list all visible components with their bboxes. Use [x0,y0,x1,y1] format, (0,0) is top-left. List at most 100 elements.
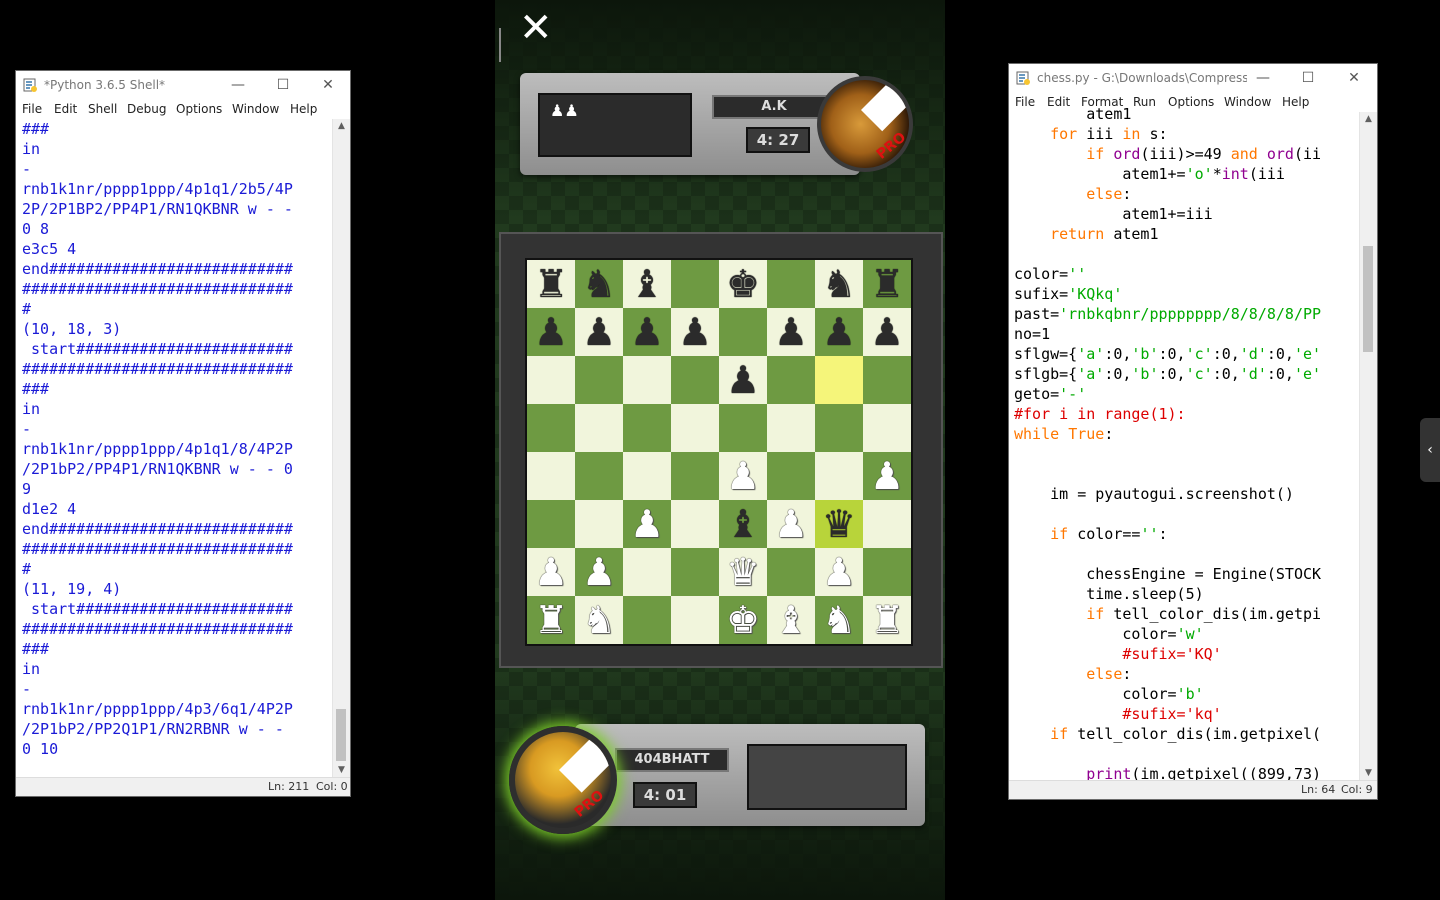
square-h3[interactable] [863,500,911,548]
close-game-icon[interactable]: ✕ [519,8,553,48]
maximize-button[interactable]: ☐ [269,74,297,96]
square-d8[interactable] [671,260,719,308]
square-g2[interactable]: ♟ [815,548,863,596]
black-pawn-icon[interactable]: ♟ [678,310,712,354]
menu-help[interactable]: Help [290,102,317,116]
square-b1[interactable]: ♞ [575,596,623,644]
square-d3[interactable] [671,500,719,548]
editor-titlebar[interactable]: chess.py - G:\Downloads\Compress... — ☐ … [1009,64,1377,92]
maximize-button[interactable]: ☐ [1294,67,1322,89]
square-c5[interactable] [623,404,671,452]
black-bishop-icon[interactable]: ♝ [726,502,760,546]
menu-edit[interactable]: Edit [54,102,77,116]
square-h6[interactable] [863,356,911,404]
black-rook-icon[interactable]: ♜ [870,262,904,306]
black-pawn-icon[interactable]: ♟ [726,358,760,402]
square-b5[interactable] [575,404,623,452]
square-f2[interactable] [767,548,815,596]
square-b7[interactable]: ♟ [575,308,623,356]
square-a8[interactable]: ♜ [527,260,575,308]
square-h2[interactable] [863,548,911,596]
square-f7[interactable]: ♟ [767,308,815,356]
white-pawn-icon[interactable]: ♟ [726,454,760,498]
square-e2[interactable]: ♛ [719,548,767,596]
black-pawn-icon[interactable]: ♟ [870,310,904,354]
square-f6[interactable] [767,356,815,404]
close-button[interactable]: ✕ [314,74,342,96]
square-h8[interactable]: ♜ [863,260,911,308]
square-d2[interactable] [671,548,719,596]
square-b6[interactable] [575,356,623,404]
square-h7[interactable]: ♟ [863,308,911,356]
white-knight-icon[interactable]: ♞ [582,598,616,642]
square-a1[interactable]: ♜ [527,596,575,644]
minimize-button[interactable]: — [1249,67,1277,89]
square-g8[interactable]: ♞ [815,260,863,308]
black-bishop-icon[interactable]: ♝ [630,262,664,306]
square-a4[interactable] [527,452,575,500]
scroll-down-arrow-icon[interactable]: ▼ [1360,768,1377,778]
menu-shell[interactable]: Shell [88,102,117,116]
white-bishop-icon[interactable]: ♝ [774,598,808,642]
square-h4[interactable]: ♟ [863,452,911,500]
white-pawn-icon[interactable]: ♟ [534,550,568,594]
black-pawn-icon[interactable]: ♟ [534,310,568,354]
black-pawn-icon[interactable]: ♟ [582,310,616,354]
square-a5[interactable] [527,404,575,452]
square-f5[interactable] [767,404,815,452]
square-f8[interactable] [767,260,815,308]
square-d4[interactable] [671,452,719,500]
black-queen-icon[interactable]: ♛ [822,502,856,546]
scroll-up-arrow-icon[interactable]: ▲ [333,121,350,131]
black-pawn-icon[interactable]: ♟ [822,310,856,354]
white-pawn-icon[interactable]: ♟ [774,502,808,546]
square-c7[interactable]: ♟ [623,308,671,356]
white-pawn-icon[interactable]: ♟ [630,502,664,546]
menu-debug[interactable]: Debug [127,102,166,116]
menu-file[interactable]: File [22,102,42,116]
square-e8[interactable]: ♚ [719,260,767,308]
square-e1[interactable]: ♚ [719,596,767,644]
white-queen-icon[interactable]: ♛ [726,550,760,594]
square-d7[interactable]: ♟ [671,308,719,356]
square-g3[interactable]: ♛ [815,500,863,548]
black-rook-icon[interactable]: ♜ [534,262,568,306]
black-king-icon[interactable]: ♚ [726,262,760,306]
scroll-thumb[interactable] [1363,246,1373,352]
black-knight-icon[interactable]: ♞ [582,262,616,306]
square-b3[interactable] [575,500,623,548]
editor-code[interactable]: atem1 for iii in s: if ord(iii)>=49 and … [1014,104,1355,782]
menu-options[interactable]: Options [176,102,222,116]
square-g7[interactable]: ♟ [815,308,863,356]
scroll-down-arrow-icon[interactable]: ▼ [333,765,350,775]
square-a3[interactable] [527,500,575,548]
square-b4[interactable] [575,452,623,500]
white-rook-icon[interactable]: ♜ [870,598,904,642]
square-d6[interactable] [671,356,719,404]
shell-output[interactable]: ### in - rnb1k1nr/pppp1ppp/4p1q1/2b5/4P 2P/2… [22,119,330,779]
square-e3[interactable]: ♝ [719,500,767,548]
square-a7[interactable]: ♟ [527,308,575,356]
menu-window[interactable]: Window [232,102,279,116]
square-c1[interactable] [623,596,671,644]
black-pawn-icon[interactable]: ♟ [774,310,808,354]
black-knight-icon[interactable]: ♞ [822,262,856,306]
white-knight-icon[interactable]: ♞ [822,598,856,642]
square-c3[interactable]: ♟ [623,500,671,548]
shell-scrollbar[interactable]: ▲ ▼ [332,119,350,779]
square-g4[interactable] [815,452,863,500]
scroll-thumb[interactable] [336,709,346,761]
square-c6[interactable] [623,356,671,404]
editor-scrollbar[interactable]: ▲ ▼ [1359,112,1377,782]
square-h5[interactable] [863,404,911,452]
square-e4[interactable]: ♟ [719,452,767,500]
chess-board[interactable]: ♜ ♞ ♝ ♚ ♞ ♜ ♟ ♟ ♟ ♟ ♟ ♟ ♟ ♟ ♟ ♟ ♟ ♝ ♟ ♛ ♟ ♟ ♛ ♟ ♜ ♞ ♚ ♝ ♞ ♜ [525,258,913,646]
square-g5[interactable] [815,404,863,452]
square-e7[interactable] [719,308,767,356]
square-g6[interactable] [815,356,863,404]
square-f1[interactable]: ♝ [767,596,815,644]
white-king-icon[interactable]: ♚ [726,598,760,642]
white-pawn-icon[interactable]: ♟ [582,550,616,594]
square-c2[interactable] [623,548,671,596]
square-d1[interactable] [671,596,719,644]
